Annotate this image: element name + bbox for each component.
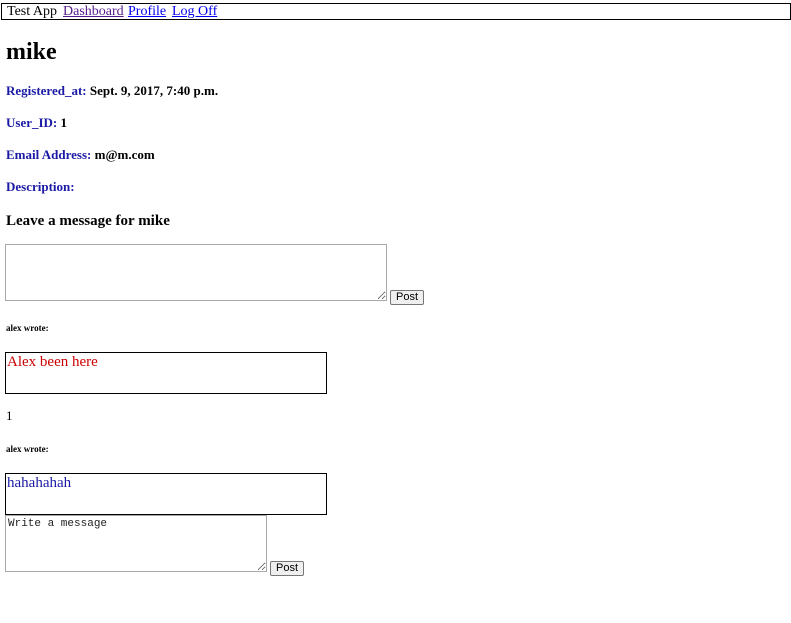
user-id-label: User_ID: xyxy=(6,115,58,130)
message-textarea[interactable] xyxy=(5,244,387,301)
description-label: Description: xyxy=(6,179,75,194)
description-field: Description: xyxy=(6,179,75,195)
reply-textarea[interactable] xyxy=(5,515,267,572)
message-author: alex wrote: xyxy=(6,444,49,454)
registered-at-field: Registered_at: Sept. 9, 2017, 7:40 p.m. xyxy=(6,83,218,99)
nav-link-dashboard[interactable]: Dashboard xyxy=(63,4,124,19)
message-count: 1 xyxy=(6,408,13,423)
leave-message-heading: Leave a message for mike xyxy=(6,213,170,229)
email-field: Email Address: m@m.com xyxy=(6,147,155,163)
top-navbar: Test App Dashboard Profile Log Off xyxy=(1,3,791,20)
message-text: Alex been here xyxy=(7,354,98,370)
user-id-field: User_ID: 1 xyxy=(6,115,67,131)
post-reply-button[interactable]: Post xyxy=(270,561,305,576)
email-label: Email Address: xyxy=(6,147,92,162)
nav-link-profile[interactable]: Profile xyxy=(128,4,166,19)
registered-at-value: Sept. 9, 2017, 7:40 p.m. xyxy=(89,83,219,98)
email-value: m@m.com xyxy=(94,147,155,162)
page-title: mike xyxy=(6,39,57,65)
message-author: alex wrote: xyxy=(6,323,49,333)
user-id-value: 1 xyxy=(60,115,68,130)
post-message-button[interactable]: Post xyxy=(390,290,425,305)
nav-link-log-off[interactable]: Log Off xyxy=(172,4,217,19)
message-box: Alex been here xyxy=(5,352,327,394)
message-text: hahahahah xyxy=(7,475,72,491)
app-brand: Test App xyxy=(7,4,57,19)
registered-at-label: Registered_at: xyxy=(6,83,87,98)
message-box: hahahahah xyxy=(5,473,327,515)
